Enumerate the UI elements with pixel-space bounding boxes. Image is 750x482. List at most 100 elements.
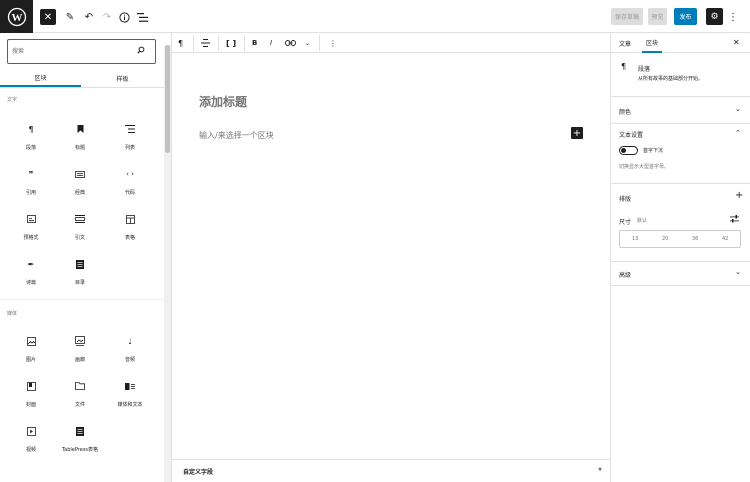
paragraph-transform-icon[interactable]: ¶ [178, 37, 183, 49]
block-pullquote[interactable]: 引文 [55, 212, 105, 248]
block-list[interactable]: 列表 [105, 122, 155, 158]
save-draft-button[interactable]: 保存草稿 [611, 8, 643, 25]
block-label: 图片 [25, 357, 36, 363]
scrollbar-thumb[interactable] [165, 45, 170, 153]
settings-sidebar: 文章 区块 ✕ ¶ 段落 从所有故事的基础部分开始。 颜色 ⌄ 文本设置 ⌃ 首… [610, 33, 750, 482]
editor-canvas: ¶ [ ] B I ⌄ ⋮ 添加标题 输入/来选择一个区块 + 自定义字段 ▼ [172, 33, 610, 482]
block-file[interactable]: 文件 [55, 379, 105, 415]
audio-icon: ♩ [128, 336, 132, 346]
toolbar-divider [218, 35, 219, 51]
close-inserter-button[interactable]: ✕ [40, 9, 56, 25]
block-image[interactable]: 图片 [6, 334, 56, 370]
tab-divider [0, 87, 164, 88]
chevron-up-icon[interactable]: ⌃ [735, 129, 741, 137]
custom-size-sliders-icon[interactable] [730, 215, 739, 225]
block-label: 代码 [124, 190, 135, 196]
post-title-input[interactable]: 添加标题 [199, 93, 247, 110]
category-divider [0, 299, 164, 300]
font-size-label: 尺寸 [619, 219, 632, 226]
block-label: 标题 [74, 145, 85, 151]
block-label: 引文 [74, 235, 85, 241]
block-label: 封面 [25, 402, 36, 408]
block-label: TablePress表格 [61, 447, 99, 453]
list-view-icon[interactable] [134, 9, 150, 25]
block-media-text[interactable]: 媒体和文本 [105, 379, 155, 415]
redo-icon[interactable]: ↷ [99, 9, 115, 25]
block-width-icon[interactable]: [ ] [226, 37, 236, 49]
align-icon[interactable] [201, 37, 210, 49]
chevron-down-icon: ⌄ [735, 268, 741, 276]
toc-icon [76, 257, 84, 271]
block-verse[interactable]: ✒ 诗篇 [6, 257, 56, 293]
block-label: 文件 [74, 402, 85, 408]
settings-gear-icon[interactable]: ⚙ [706, 8, 723, 25]
block-preformatted[interactable]: 预格式 [6, 212, 56, 248]
panel-color[interactable]: 颜色 ⌄ [611, 97, 750, 124]
gallery-icon [75, 334, 85, 348]
category-heading-media: 媒体 [7, 311, 18, 317]
preview-button[interactable]: 预览 [648, 8, 667, 25]
block-tablepress[interactable]: TablePress表格 [55, 424, 105, 460]
block-heading[interactable]: 标题 [55, 122, 105, 158]
wordpress-logo-icon[interactable]: W [0, 0, 33, 33]
block-label: 段落 [25, 145, 36, 151]
block-quote[interactable]: ❞ 引用 [6, 167, 56, 203]
preformatted-icon [26, 212, 36, 226]
font-size-option[interactable]: 36 [692, 236, 698, 242]
block-classic[interactable]: 经典 [55, 167, 105, 203]
font-size-option[interactable]: 13 [632, 236, 638, 242]
block-options-icon[interactable]: ⋮ [329, 37, 337, 49]
code-icon: ‹ › [126, 170, 134, 178]
pullquote-icon [75, 212, 85, 226]
block-video[interactable]: 视频 [6, 424, 56, 460]
bold-icon[interactable]: B [252, 37, 257, 49]
chevron-down-icon: ⌄ [735, 105, 741, 113]
font-size-option[interactable]: 42 [722, 236, 728, 242]
block-label: 表格 [124, 235, 135, 241]
add-typography-plus-icon[interactable]: + [735, 190, 743, 201]
panel-advanced[interactable]: 高级 ⌄ [611, 262, 750, 286]
publish-button[interactable]: 发布 [674, 8, 697, 25]
block-audio[interactable]: ♩ 音频 [105, 334, 155, 370]
block-cover[interactable]: 封面 [6, 379, 56, 415]
sidebar-tabs: 文章 区块 ✕ [611, 33, 750, 53]
custom-fields-metabox[interactable]: 自定义字段 ▼ [172, 459, 610, 482]
block-search-field[interactable] [7, 39, 156, 64]
block-gallery[interactable]: 画廊 [55, 334, 105, 370]
block-code[interactable]: ‹ › 代码 [105, 167, 155, 203]
svg-text:W: W [11, 12, 22, 24]
info-icon[interactable] [116, 9, 132, 25]
inserter-scrollbar[interactable] [164, 45, 171, 482]
paragraph-placeholder[interactable]: 输入/来选择一个区块 [199, 130, 274, 141]
font-size-default-text: 默认 [637, 218, 648, 224]
quote-icon: ❞ [28, 169, 34, 179]
add-block-plus-icon[interactable]: + [571, 127, 583, 139]
italic-icon[interactable]: I [270, 37, 272, 49]
keyboard-icon [75, 167, 85, 181]
close-sidebar-icon[interactable]: ✕ [733, 38, 740, 47]
block-toc[interactable]: 目录 [55, 257, 105, 293]
undo-icon[interactable]: ↶ [81, 9, 97, 25]
block-paragraph[interactable]: ¶ 段落 [6, 122, 56, 158]
more-formats-chevron-down-icon[interactable]: ⌄ [305, 37, 310, 49]
inserter-tabs: 区块 样板 [0, 70, 164, 87]
tab-patterns[interactable]: 样板 [81, 70, 164, 87]
block-card-title: 段落 [638, 66, 651, 73]
drop-cap-toggle[interactable] [619, 146, 638, 155]
block-label: 引用 [25, 190, 36, 196]
tab-block[interactable]: 区块 [642, 33, 663, 53]
block-table[interactable]: 表格 [105, 212, 155, 248]
panel-title[interactable]: 文本设置 [619, 130, 643, 139]
font-size-option[interactable]: 20 [662, 236, 668, 242]
block-label: 预格式 [23, 235, 39, 241]
link-icon[interactable] [285, 37, 296, 49]
block-search-input[interactable] [12, 45, 132, 57]
block-label: 视频 [25, 447, 36, 453]
edit-mode-icon[interactable]: ✎ [62, 9, 78, 25]
tab-blocks[interactable]: 区块 [0, 70, 81, 87]
block-toolbar: ¶ [ ] B I ⌄ ⋮ [172, 33, 610, 53]
more-options-icon[interactable]: ⋮ [728, 9, 738, 25]
panel-title: 颜色 [619, 109, 632, 116]
tab-post[interactable]: 文章 [619, 33, 631, 53]
metabox-toggle-caret-icon[interactable]: ▼ [598, 467, 602, 473]
